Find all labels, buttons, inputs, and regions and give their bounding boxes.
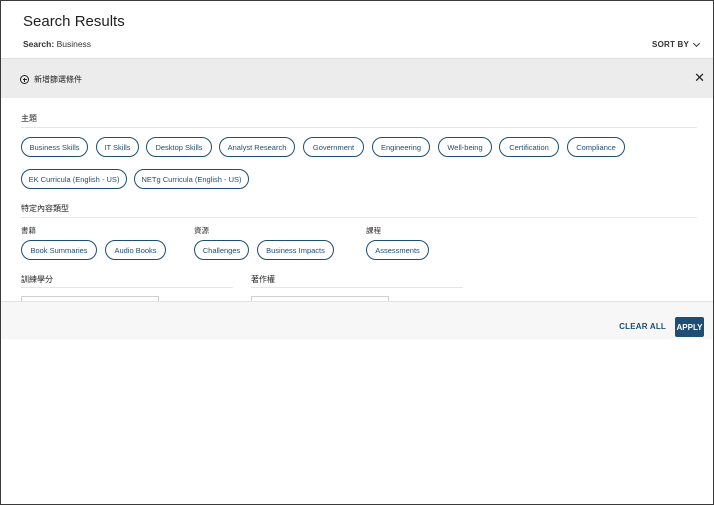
books-label: 書籍 bbox=[21, 226, 36, 235]
chip-engineering[interactable]: Engineering bbox=[372, 137, 430, 157]
training-credits-label: 訓練學分 bbox=[21, 275, 53, 284]
chip-challenges[interactable]: Challenges bbox=[194, 240, 249, 260]
resources-label: 資源 bbox=[194, 226, 209, 235]
chip-audio-books[interactable]: Audio Books bbox=[105, 240, 166, 260]
chip-compliance[interactable]: Compliance bbox=[567, 137, 625, 157]
topics-label: 主題 bbox=[21, 114, 37, 123]
chip-book-summaries[interactable]: Book Summaries bbox=[21, 240, 97, 260]
plus-circle-icon bbox=[20, 75, 29, 84]
section-divider bbox=[251, 287, 463, 288]
filter-panel-body: 主題 Business Skills IT Skills Desktop Ski… bbox=[1, 98, 713, 301]
close-icon[interactable]: ✕ bbox=[694, 71, 705, 84]
courses-label: 課程 bbox=[366, 226, 381, 235]
chip-business-skills[interactable]: Business Skills bbox=[21, 137, 88, 157]
sort-by-label: SORT BY bbox=[652, 40, 689, 49]
chip-it-skills[interactable]: IT Skills bbox=[96, 137, 139, 157]
sort-by-button[interactable]: SORT BY bbox=[652, 39, 701, 49]
chip-netg-curricula[interactable]: NETg Curricula (English - US) bbox=[134, 169, 249, 189]
chip-certification[interactable]: Certification bbox=[499, 137, 559, 157]
chip-analyst-research[interactable]: Analyst Research bbox=[219, 137, 295, 157]
chevron-down-icon bbox=[692, 39, 701, 47]
add-filter-button[interactable]: 新增篩選條件 bbox=[20, 74, 82, 85]
content-types-label: 特定內容類型 bbox=[21, 204, 69, 213]
chip-government[interactable]: Government bbox=[303, 137, 364, 157]
filter-footer: CLEAR ALL APPLY bbox=[1, 301, 713, 339]
search-summary: Search: Business bbox=[23, 39, 91, 49]
clear-all-button[interactable]: CLEAR ALL bbox=[619, 322, 666, 331]
chip-business-impacts[interactable]: Business Impacts bbox=[257, 240, 334, 260]
section-divider bbox=[21, 127, 697, 128]
section-divider bbox=[21, 217, 697, 218]
search-label: Search: bbox=[23, 39, 55, 49]
filter-panel-header: 新增篩選條件 ✕ bbox=[1, 58, 713, 98]
chip-assessments[interactable]: Assessments bbox=[366, 240, 429, 260]
add-filter-label: 新增篩選條件 bbox=[34, 75, 82, 84]
apply-button[interactable]: APPLY bbox=[675, 317, 704, 337]
search-value: Business bbox=[56, 39, 92, 49]
copyright-label: 著作權 bbox=[251, 275, 275, 284]
search-results-window: Search Results Search: Business SORT BY … bbox=[0, 0, 714, 505]
chip-ek-curricula[interactable]: EK Curricula (English - US) bbox=[21, 169, 127, 189]
page-title: Search Results bbox=[23, 13, 125, 30]
section-divider bbox=[21, 287, 233, 288]
chip-desktop-skills[interactable]: Desktop Skills bbox=[146, 137, 212, 157]
chip-well-being[interactable]: Well-being bbox=[438, 137, 492, 157]
